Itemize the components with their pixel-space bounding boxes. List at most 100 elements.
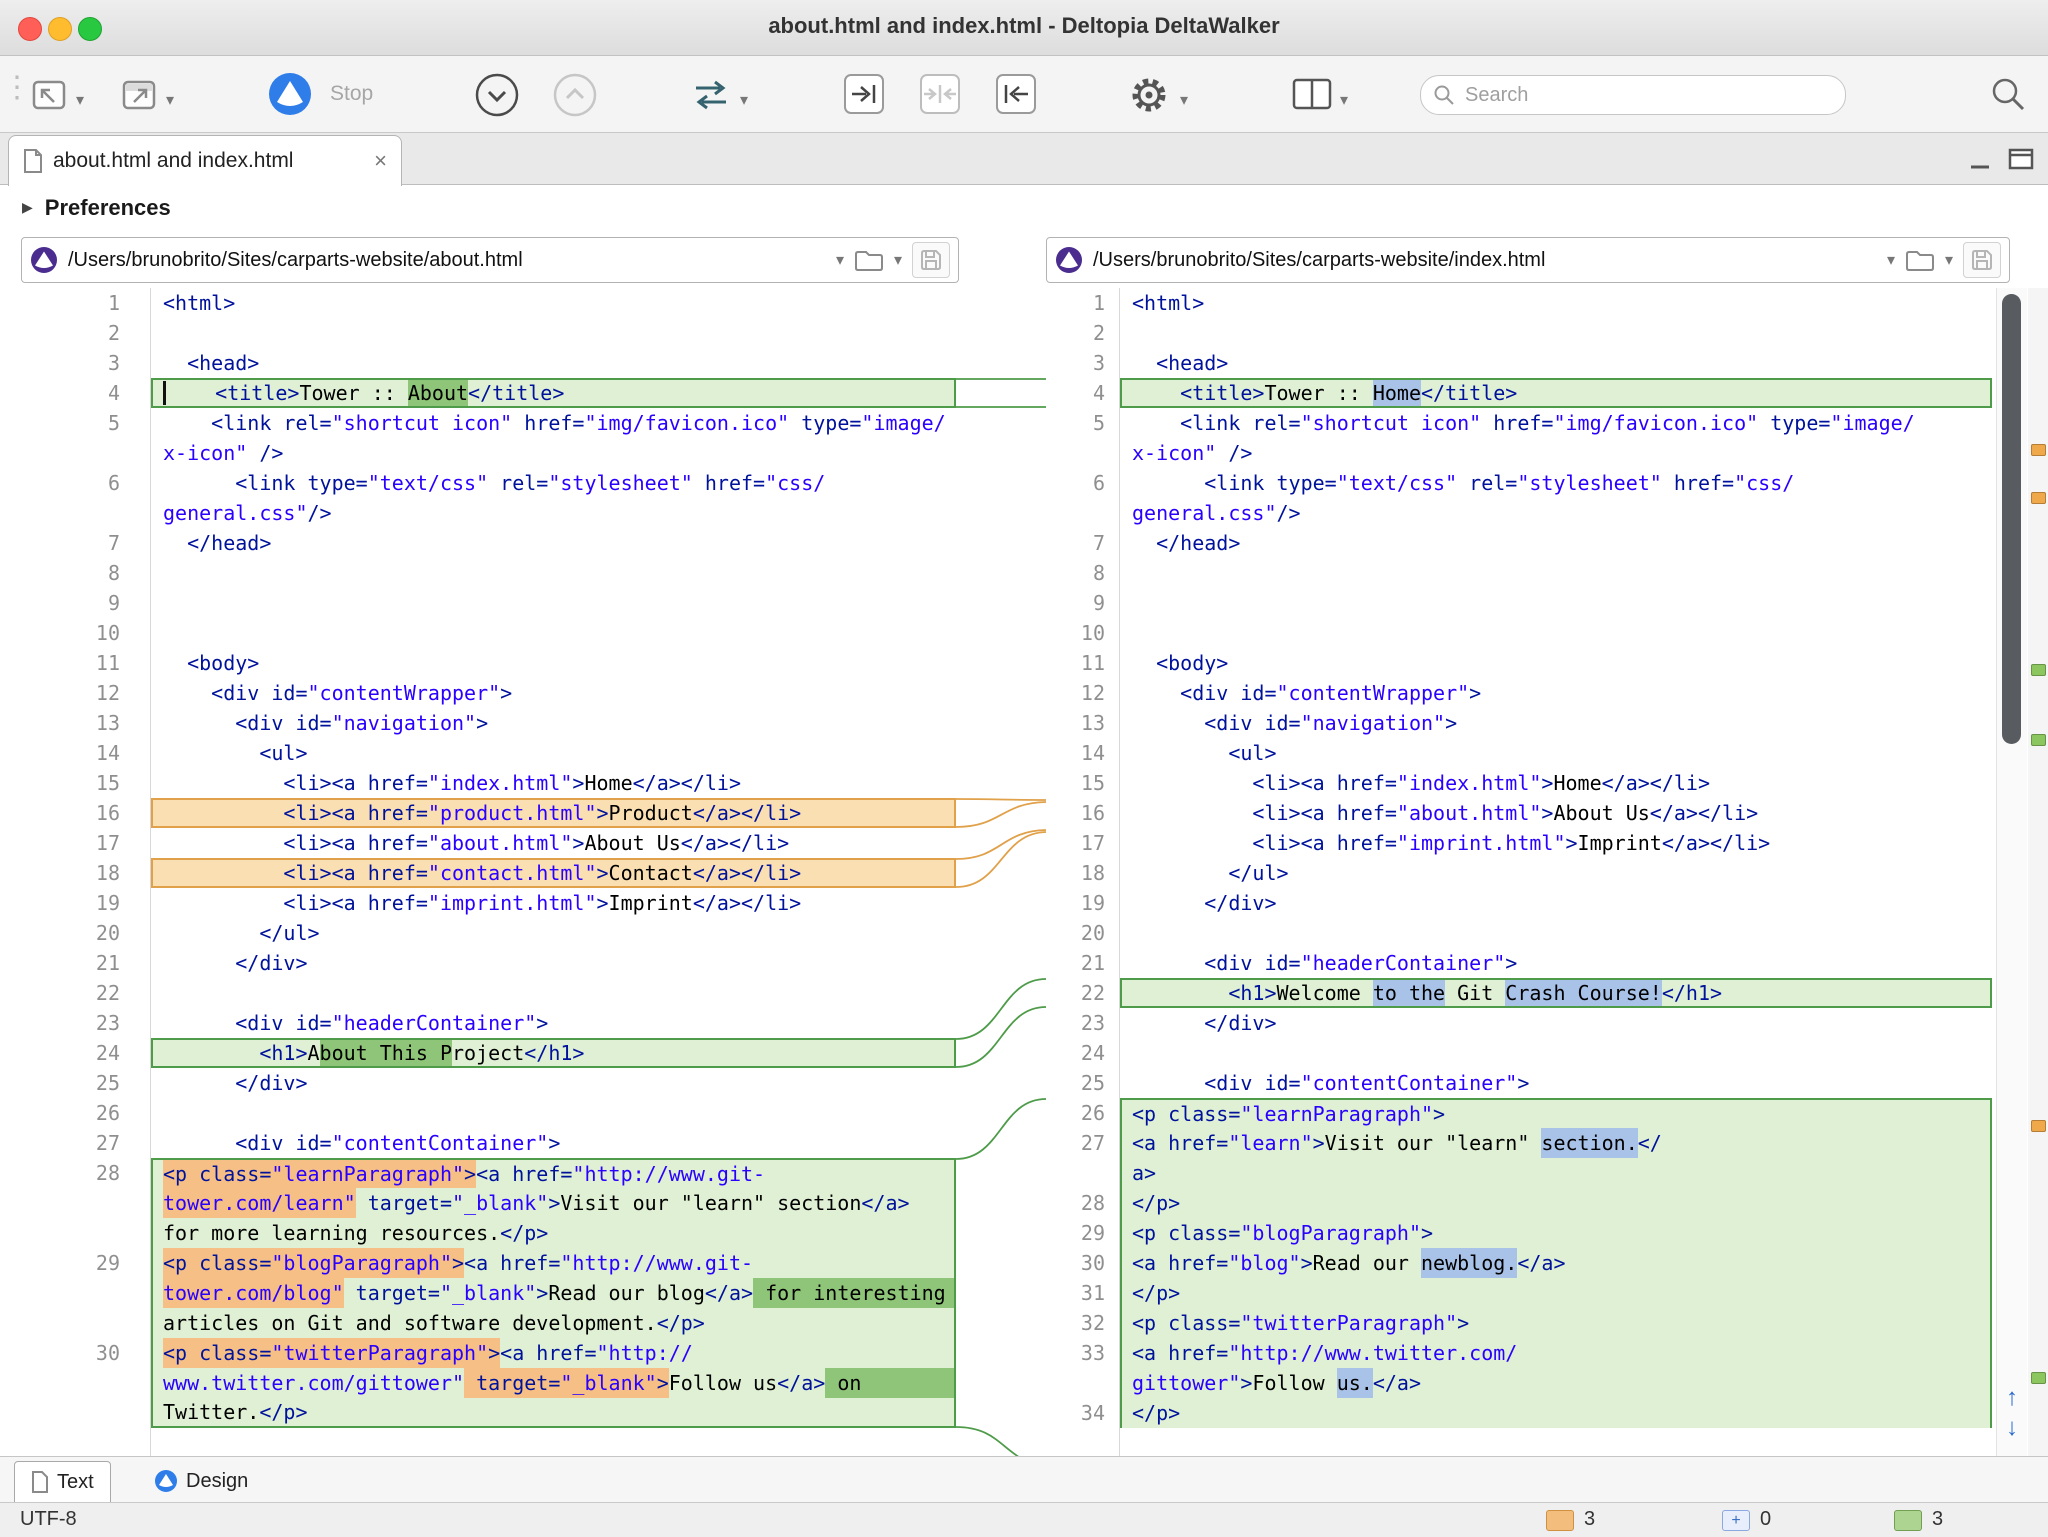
settings-dropdown-icon[interactable]: ▾: [1180, 90, 1188, 110]
code-line[interactable]: <li><a href="about.html">About Us</a></l…: [1120, 798, 1992, 828]
left-code-pane[interactable]: 1234567891011121314151617181920212223242…: [0, 288, 956, 1456]
left-save-button[interactable]: [912, 242, 950, 278]
tab-text[interactable]: Text: [14, 1461, 111, 1503]
code-line[interactable]: <li><a href="imprint.html">Imprint</a></…: [1120, 828, 1992, 858]
code-line[interactable]: <p class="twitterParagraph">: [1120, 1308, 1992, 1338]
layout-columns-button[interactable]: [1290, 72, 1334, 116]
code-line[interactable]: x-icon" />: [151, 438, 956, 468]
code-line[interactable]: <head>: [1120, 348, 1992, 378]
code-line[interactable]: a>: [1120, 1158, 1992, 1188]
code-line[interactable]: <link type="text/css" rel="stylesheet" h…: [151, 468, 956, 498]
previous-difference-button[interactable]: [552, 72, 598, 118]
code-line[interactable]: www.twitter.com/gittower" target="_blank…: [151, 1368, 956, 1398]
scrollbar-thumb[interactable]: [2002, 294, 2021, 744]
code-line[interactable]: <body>: [151, 648, 956, 678]
code-line[interactable]: </ul>: [1120, 858, 1992, 888]
preferences-section[interactable]: ▶ Preferences: [0, 185, 2048, 230]
right-file-path[interactable]: /Users/brunobrito/Sites/carparts-website…: [1093, 249, 1877, 272]
code-line[interactable]: general.css"/>: [151, 498, 956, 528]
vertical-scrollbar[interactable]: [1996, 288, 2027, 1456]
code-line[interactable]: <ul>: [1120, 738, 1992, 768]
code-line[interactable]: <a href="blog">Read our new blog.</a>: [1120, 1248, 1992, 1278]
overview-ruler[interactable]: [2028, 288, 2048, 1456]
diff-marker-orange[interactable]: [2031, 444, 2046, 456]
tab-design[interactable]: Design: [138, 1461, 264, 1501]
code-line[interactable]: <a href="learn">Visit our "learn" sectio…: [1120, 1128, 1992, 1158]
code-line[interactable]: </div>: [1120, 1008, 1992, 1038]
code-line[interactable]: <div id="contentWrapper">: [151, 678, 956, 708]
code-line[interactable]: </div>: [1120, 888, 1992, 918]
diff-marker-green[interactable]: [2031, 1372, 2046, 1384]
code-line[interactable]: </div>: [151, 1068, 956, 1098]
code-line[interactable]: general.css"/>: [1120, 498, 1992, 528]
left-folder-dropdown-icon[interactable]: ▾: [894, 250, 902, 270]
layout-dropdown-icon[interactable]: ▾: [1340, 90, 1348, 110]
code-line[interactable]: [1120, 588, 1992, 618]
toolbar-drag-handle-icon[interactable]: ⋮: [2, 70, 28, 105]
code-line[interactable]: [1120, 618, 1992, 648]
compare-button[interactable]: [268, 72, 312, 116]
open-first-dropdown-icon[interactable]: ▾: [76, 90, 84, 110]
code-line[interactable]: <li><a href="index.html">Home</a></li>: [1120, 768, 1992, 798]
diff-marker-orange[interactable]: [2031, 492, 2046, 504]
code-line[interactable]: for more learning resources.</p>: [151, 1218, 956, 1248]
stop-button[interactable]: Stop: [330, 82, 373, 106]
code-line[interactable]: <div id="contentContainer">: [1120, 1068, 1992, 1098]
left-code-column[interactable]: <html> <head> <title>Tower :: About</tit…: [151, 288, 956, 1456]
right-browse-folder-icon[interactable]: [1905, 247, 1935, 273]
zoom-search-icon[interactable]: [1986, 72, 2030, 116]
code-line[interactable]: [1120, 918, 1992, 948]
code-line[interactable]: </p>: [1120, 1398, 1992, 1428]
code-line[interactable]: <div id="headerContainer">: [1120, 948, 1992, 978]
code-line[interactable]: </ul>: [151, 918, 956, 948]
code-line[interactable]: <link rel="shortcut icon" href="img/favi…: [151, 408, 956, 438]
scroll-up-arrow[interactable]: ↑: [1998, 1384, 2026, 1412]
code-line[interactable]: <div id="navigation">: [1120, 708, 1992, 738]
code-line[interactable]: [151, 558, 956, 588]
code-line[interactable]: <div id="navigation">: [151, 708, 956, 738]
code-line[interactable]: <p class="blogParagraph">: [1120, 1218, 1992, 1248]
code-line[interactable]: <p class="blogParagraph"><a href="http:/…: [151, 1248, 956, 1278]
search-field[interactable]: [1420, 75, 1846, 115]
open-first-source-button[interactable]: [28, 72, 72, 116]
code-line[interactable]: </p>: [1120, 1188, 1992, 1218]
code-line[interactable]: articles on Git and software development…: [151, 1308, 956, 1338]
code-line[interactable]: <div id="contentContainer">: [151, 1128, 956, 1158]
code-line[interactable]: <p class="twitterParagraph"><a href="htt…: [151, 1338, 956, 1368]
code-line[interactable]: x-icon" />: [1120, 438, 1992, 468]
code-line[interactable]: tower.com/blog" target="_blank">Read our…: [151, 1278, 956, 1308]
code-line[interactable]: <link rel="shortcut icon" href="img/favi…: [1120, 408, 1992, 438]
code-line[interactable]: [1120, 1038, 1992, 1068]
code-line[interactable]: [151, 588, 956, 618]
open-second-source-button[interactable]: [118, 72, 162, 116]
code-line[interactable]: <link type="text/css" rel="stylesheet" h…: [1120, 468, 1992, 498]
code-line[interactable]: <body>: [1120, 648, 1992, 678]
left-path-dropdown-icon[interactable]: ▾: [836, 250, 844, 270]
minimize-view-icon[interactable]: [1966, 145, 1994, 173]
maximize-view-icon[interactable]: [2006, 145, 2036, 173]
search-input[interactable]: [1463, 83, 1833, 108]
code-line[interactable]: <div id="contentWrapper">: [1120, 678, 1992, 708]
expand-triangle-icon[interactable]: ▶: [22, 199, 33, 216]
code-line[interactable]: <h1>About This Project</h1>: [151, 1038, 956, 1068]
left-browse-folder-icon[interactable]: [854, 247, 884, 273]
code-line[interactable]: <title>Tower :: About</title>: [151, 378, 956, 408]
right-folder-dropdown-icon[interactable]: ▾: [1945, 250, 1953, 270]
code-line[interactable]: [151, 978, 956, 1008]
code-line[interactable]: <li><a href="contact.html">Contact</a></…: [151, 858, 956, 888]
right-code-pane[interactable]: 1234567891011121314151617181920212223242…: [1046, 288, 1992, 1456]
code-line[interactable]: </head>: [1120, 528, 1992, 558]
comparison-tab[interactable]: about.html and index.html ×: [8, 135, 402, 186]
code-line[interactable]: [1120, 318, 1992, 348]
diff-marker-green[interactable]: [2031, 734, 2046, 746]
swap-dropdown-icon[interactable]: ▾: [740, 90, 748, 110]
code-line[interactable]: tower.com/learn" target="_blank">Visit o…: [151, 1188, 956, 1218]
code-line[interactable]: <p class="learnParagraph">: [1120, 1098, 1992, 1128]
code-line[interactable]: <html>: [151, 288, 956, 318]
left-file-path[interactable]: /Users/brunobrito/Sites/carparts-website…: [68, 249, 826, 272]
code-line[interactable]: <h1>Welcome to the Git Crash Course!</h1…: [1120, 978, 1992, 1008]
code-line[interactable]: </div>: [151, 948, 956, 978]
code-line[interactable]: </head>: [151, 528, 956, 558]
code-line[interactable]: <div id="headerContainer">: [151, 1008, 956, 1038]
close-tab-icon[interactable]: ×: [374, 148, 387, 174]
